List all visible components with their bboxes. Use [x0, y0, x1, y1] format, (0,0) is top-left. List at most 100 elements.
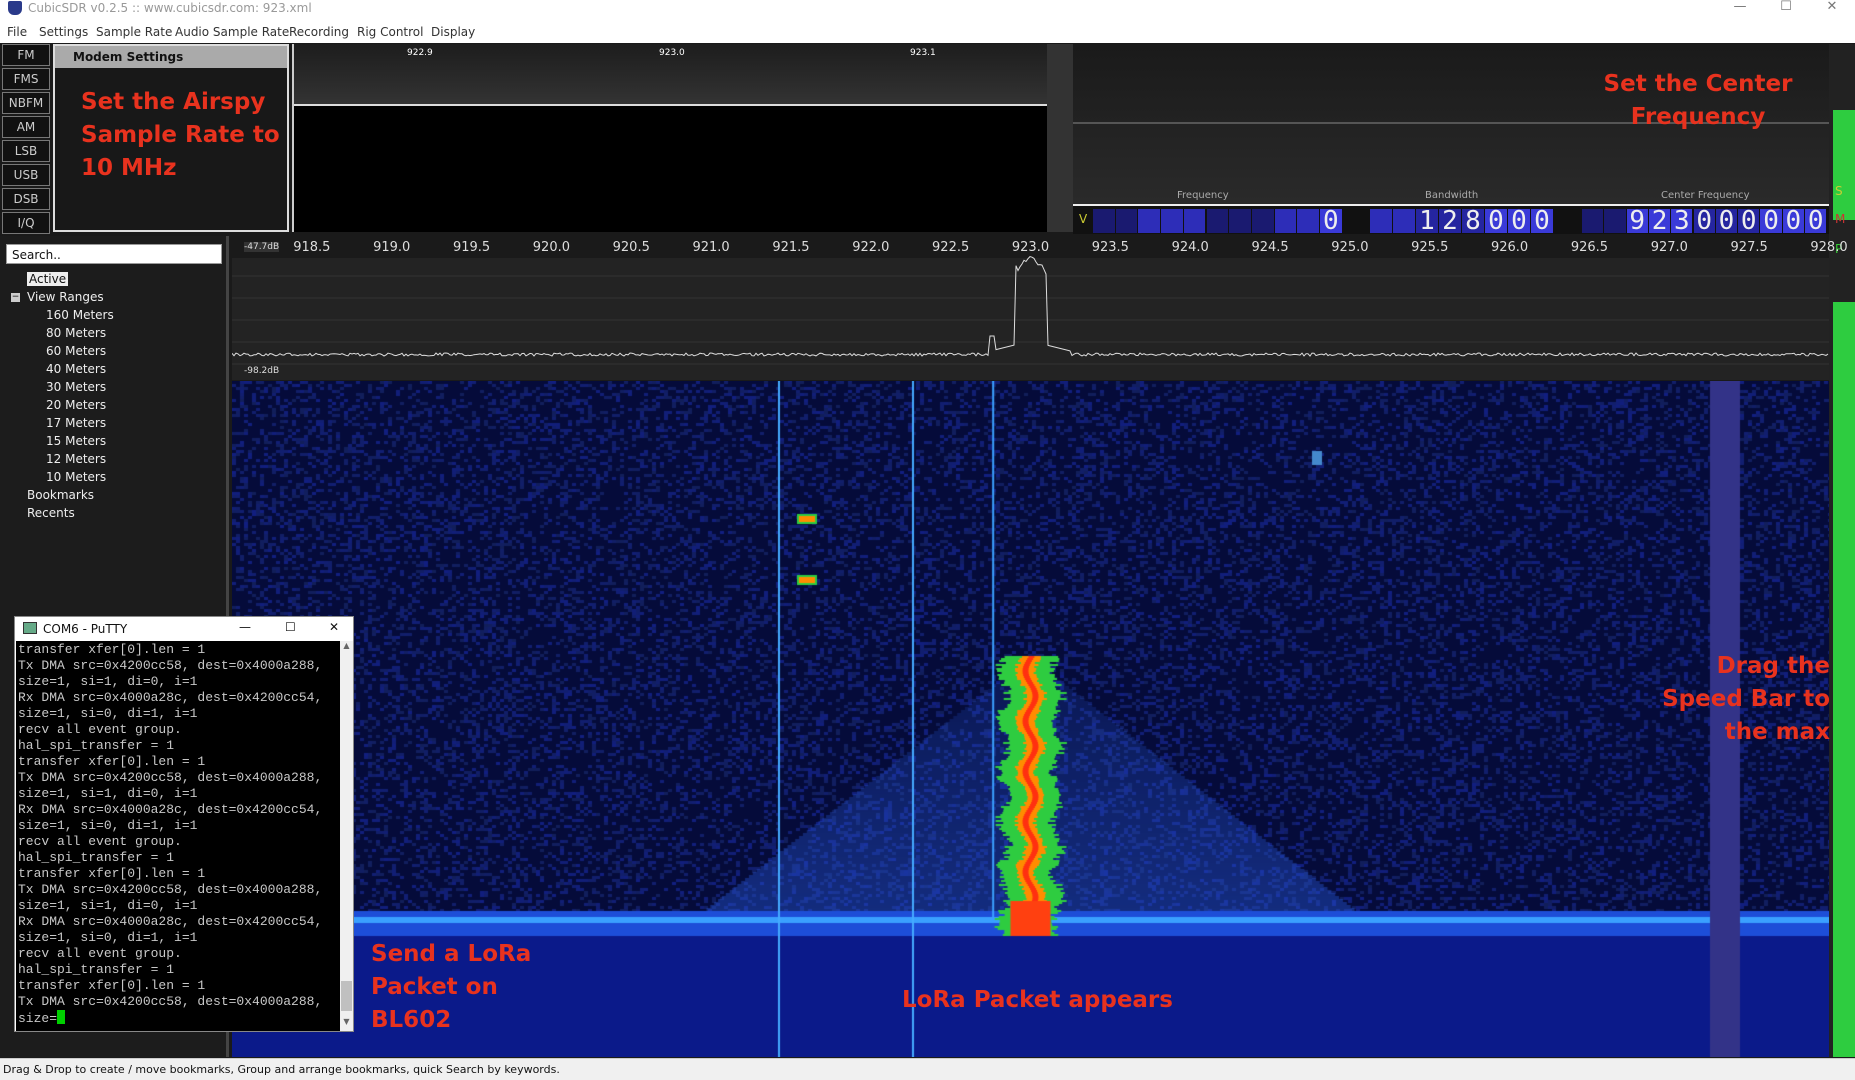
digit-cell[interactable]: 0: [1508, 209, 1530, 233]
tree-item[interactable]: 10 Meters: [46, 470, 106, 484]
digit-cell[interactable]: [1582, 209, 1603, 233]
scope-tick: 922.9: [407, 48, 433, 58]
menu-sample-rate[interactable]: Sample Rate: [96, 25, 172, 39]
modem-settings-title: Modem Settings: [55, 46, 287, 68]
digit-cell[interactable]: [1138, 209, 1160, 233]
spectrum-trace: [232, 236, 1829, 380]
mode-fm-button[interactable]: FM: [2, 44, 50, 66]
digit-cell[interactable]: [1275, 209, 1297, 233]
tree-item[interactable]: 17 Meters: [46, 416, 106, 430]
menu-display[interactable]: Display: [431, 25, 475, 39]
tuning-panel: Set the Center Frequency Frequency Bandw…: [1073, 44, 1829, 204]
digit-cell[interactable]: [1604, 209, 1625, 233]
digit-cell[interactable]: 0: [1694, 209, 1715, 233]
digit-cell[interactable]: [1393, 209, 1415, 233]
digit-cell[interactable]: 0: [1805, 209, 1826, 233]
digit-cell[interactable]: 2: [1439, 209, 1461, 233]
mode-fms-button[interactable]: FMS: [2, 68, 50, 90]
digit-cell[interactable]: [1229, 209, 1251, 233]
frequency-label: Frequency: [1177, 190, 1229, 201]
digit-cell[interactable]: 2: [1649, 209, 1670, 233]
center-frequency-input[interactable]: 923000000: [1582, 206, 1829, 236]
mode-iq-button[interactable]: I/Q: [2, 212, 50, 234]
digit-cell[interactable]: 0: [1485, 209, 1507, 233]
close-button[interactable]: ✕: [1810, 0, 1854, 16]
menu-recording[interactable]: Recording: [289, 25, 349, 39]
tree-item[interactable]: 15 Meters: [46, 434, 106, 448]
menu-file[interactable]: File: [7, 25, 27, 39]
status-bar: Drag & Drop to create / move bookmarks, …: [0, 1058, 1855, 1080]
tree-item[interactable]: 40 Meters: [46, 362, 106, 376]
terminal-scrollbar[interactable]: ▲ ▼: [340, 641, 353, 1031]
scope-spectrum: 922.9 923.0 923.1: [294, 44, 1047, 106]
putty-titlebar: COM6 - PuTTY — ☐ ✕: [15, 617, 353, 641]
speed-bar[interactable]: [1833, 382, 1855, 1057]
maximize-button[interactable]: ☐: [1764, 0, 1808, 16]
tree-item[interactable]: 60 Meters: [46, 344, 106, 358]
mode-nbfm-button[interactable]: NBFM: [2, 92, 50, 114]
annotation-appears: LoRa Packet appears: [902, 984, 1202, 1017]
digit-cell[interactable]: 0: [1320, 209, 1342, 233]
digit-cell[interactable]: 0: [1783, 209, 1804, 233]
menu-bar: File Settings Sample Rate Audio Sample R…: [0, 21, 1855, 43]
putty-close-button[interactable]: ✕: [329, 620, 339, 634]
digit-cell[interactable]: [1184, 209, 1206, 233]
digit-cell[interactable]: 0: [1716, 209, 1737, 233]
title-bar: CubicSDR v0.2.5 :: www.cubicsdr.com: 923…: [0, 0, 1855, 21]
tree-item[interactable]: Active: [27, 272, 68, 286]
annotation-speed: Drag the Speed Bar to the max: [1640, 650, 1830, 749]
putty-maximize-button[interactable]: ☐: [285, 620, 296, 634]
menu-audio-sample-rate[interactable]: Audio Sample Rate: [175, 25, 289, 39]
tree-item[interactable]: 20 Meters: [46, 398, 106, 412]
tree-item[interactable]: View Ranges: [27, 290, 104, 304]
modem-settings-panel: Modem Settings Set the Airspy Sample Rat…: [53, 44, 289, 232]
tree-item[interactable]: Bookmarks: [27, 488, 94, 502]
mode-usb-button[interactable]: USB: [2, 164, 50, 186]
tree-item[interactable]: 12 Meters: [46, 452, 106, 466]
digit-cell[interactable]: [1252, 209, 1274, 233]
search-input[interactable]: Search..: [6, 244, 222, 264]
minimize-button[interactable]: —: [1718, 0, 1762, 16]
tree-item[interactable]: 160 Meters: [46, 308, 114, 322]
mode-lsb-button[interactable]: LSB: [2, 140, 50, 162]
menu-settings[interactable]: Settings: [39, 25, 88, 39]
digit-cell[interactable]: [1161, 209, 1183, 233]
digit-cell[interactable]: 1: [1416, 209, 1438, 233]
spectrum-view[interactable]: 918.5 919.0 919.5 920.0 920.5 921.0 921.5 922.0…: [232, 236, 1829, 380]
annotation-sample-rate: Set the Airspy Sample Rate to 10 MHz: [81, 86, 281, 185]
frequency-input[interactable]: 0: [1093, 206, 1343, 236]
digit-cell[interactable]: [1297, 209, 1319, 233]
putty-minimize-button[interactable]: —: [239, 620, 251, 634]
tree-item[interactable]: 80 Meters: [46, 326, 106, 340]
terminal-output[interactable]: transfer xfer[0].len = 1 Tx DMA src=0x42…: [16, 641, 340, 1031]
mode-dsb-button[interactable]: DSB: [2, 188, 50, 210]
digit-cell[interactable]: [1370, 209, 1392, 233]
annotation-center: Set the Center Frequency: [1593, 68, 1803, 134]
mode-am-button[interactable]: AM: [2, 116, 50, 138]
v-label: V: [1079, 212, 1087, 226]
digit-cell[interactable]: 0: [1531, 209, 1553, 233]
digit-cell[interactable]: 0: [1760, 209, 1781, 233]
tree-item[interactable]: 30 Meters: [46, 380, 106, 394]
digit-cell[interactable]: [1093, 209, 1115, 233]
mute-label[interactable]: M: [1835, 212, 1845, 226]
scope-tick: 923.0: [659, 48, 685, 58]
squelch-label[interactable]: S: [1835, 184, 1843, 198]
tree-item[interactable]: Recents: [27, 506, 75, 520]
digit-cell[interactable]: 0: [1738, 209, 1759, 233]
audio-scope: 922.9 923.0 923.1: [292, 44, 1047, 232]
bookmark-tree: Active View Ranges − 160 Meters 80 Meters 60 …: [0, 272, 226, 512]
gain-slider[interactable]: [1047, 44, 1073, 232]
digit-cell[interactable]: 8: [1462, 209, 1484, 233]
scope-tick: 923.1: [910, 48, 936, 58]
collapse-icon[interactable]: −: [11, 293, 20, 302]
menu-rig-control[interactable]: Rig Control: [357, 25, 423, 39]
putty-window: COM6 - PuTTY — ☐ ✕ transfer xfer[0].len …: [14, 616, 354, 1032]
digit-cell[interactable]: [1116, 209, 1138, 233]
digit-cell[interactable]: [1207, 209, 1229, 233]
terminal-cursor: [57, 1010, 65, 1024]
digit-cell[interactable]: 9: [1627, 209, 1648, 233]
app-icon: [8, 1, 22, 15]
digit-cell[interactable]: 3: [1671, 209, 1692, 233]
bandwidth-input[interactable]: 128000: [1370, 206, 1554, 236]
